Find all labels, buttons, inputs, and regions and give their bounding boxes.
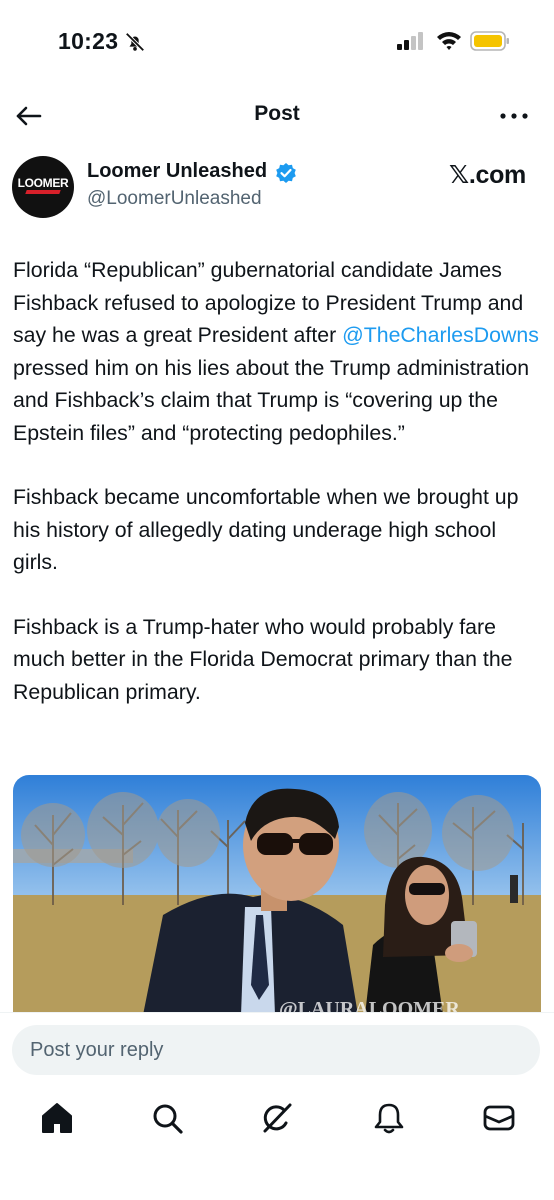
page-title: Post bbox=[254, 102, 300, 125]
notifications-icon[interactable] bbox=[372, 1101, 406, 1135]
avatar-logo-stroke bbox=[25, 190, 61, 194]
post-text-segment: pressed him on his lies about the Trump … bbox=[13, 355, 530, 445]
reply-input[interactable]: Post your reply bbox=[12, 1025, 540, 1075]
author-handle[interactable]: @LoomerUnleashed bbox=[87, 188, 262, 210]
mention-link[interactable]: @TheCharlesDowns bbox=[342, 323, 539, 347]
grok-icon[interactable] bbox=[260, 1101, 294, 1135]
post-header: Post bbox=[0, 88, 554, 142]
post-paragraph: Fishback is a Trump-hater who would prob… bbox=[13, 614, 513, 704]
post-media-video[interactable]: @LAURALOOMER bbox=[13, 775, 541, 1015]
wifi-icon bbox=[437, 32, 461, 50]
reply-and-nav: Post your reply bbox=[0, 1012, 554, 1200]
battery-icon bbox=[470, 31, 509, 51]
post-paragraph: Fishback became uncomfortable when we br… bbox=[13, 485, 519, 574]
post-paragraph: Florida “Republican” gubernatorial candi… bbox=[13, 254, 545, 449]
x-com-brand: 𝕏.com bbox=[449, 161, 526, 189]
search-icon[interactable] bbox=[150, 1101, 184, 1135]
status-time: 10:23 bbox=[58, 28, 119, 54]
author-display-name[interactable]: Loomer Unleashed bbox=[87, 160, 267, 183]
bell-off-icon bbox=[125, 32, 145, 52]
cellular-signal-icon bbox=[397, 32, 423, 50]
post-text: Florida “Republican” gubernatorial candi… bbox=[13, 254, 545, 740]
home-icon[interactable] bbox=[40, 1101, 74, 1135]
bottom-navigation bbox=[0, 1101, 554, 1161]
status-bar: 10:23 bbox=[0, 0, 554, 80]
avatar-logo-text: LOOMER bbox=[17, 176, 69, 190]
avatar[interactable]: LOOMER bbox=[12, 156, 74, 218]
post-author: LOOMER Loomer Unleashed @LoomerUnleashed… bbox=[12, 154, 542, 224]
more-options-icon[interactable] bbox=[498, 106, 530, 126]
video-thumbnail: @LAURALOOMER bbox=[13, 775, 541, 1015]
verified-badge-icon bbox=[276, 163, 296, 183]
messages-icon[interactable] bbox=[482, 1101, 516, 1135]
